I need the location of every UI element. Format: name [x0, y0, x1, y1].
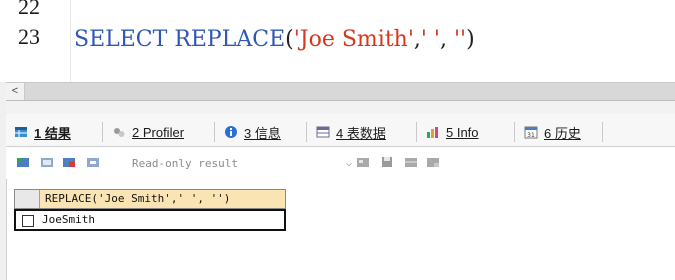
result-mode-select[interactable]: Read-only result ⌵ [132, 155, 352, 173]
tab-results[interactable]: 1 结果 [14, 120, 71, 144]
sql-string: '' [453, 27, 467, 52]
row-checkbox[interactable] [22, 215, 34, 227]
export-icon[interactable] [356, 155, 370, 169]
history-icon: 31 [524, 126, 538, 139]
sql-punct: ) [466, 27, 475, 52]
editor-horizontal-scrollbar[interactable]: < [6, 82, 675, 100]
line-number: 22 [18, 0, 40, 19]
tab-divider [214, 122, 215, 142]
sql-code-line[interactable]: SELECT REPLACE('Joe Smith',' ', '') [74, 26, 475, 54]
tab-divider [416, 122, 417, 142]
sql-keyword: SELECT [74, 27, 168, 52]
delete-row-icon[interactable] [86, 155, 100, 169]
tab-label: 2 Profiler [132, 124, 185, 140]
tab-label: 1 结果 [34, 125, 71, 141]
column-header-label: REPLACE('Joe Smith',' ', '') [45, 192, 231, 205]
select-all-cell[interactable] [15, 190, 40, 208]
sql-punct: ( [285, 27, 294, 52]
add-row-icon[interactable] [16, 155, 30, 169]
sql-punct: , [413, 27, 421, 52]
result-mode-value: Read-only result [132, 157, 238, 170]
save-result-icon[interactable] [380, 155, 394, 169]
profiler-icon [114, 128, 125, 137]
line-number: 23 [18, 24, 40, 49]
sql-string: ' ' [420, 27, 440, 52]
duplicate-row-icon[interactable] [40, 155, 54, 169]
tab-divider [602, 122, 603, 142]
save-changes-icon[interactable] [62, 155, 76, 169]
info-icon [225, 126, 237, 138]
tab-table-data[interactable]: 4 表数据 [316, 120, 386, 144]
info-chart-icon [427, 127, 438, 138]
result-grid-icon [15, 127, 27, 137]
sql-function: REPLACE [174, 27, 286, 52]
panel-splitter[interactable] [6, 100, 675, 115]
tab-info[interactable]: 5 Info [426, 120, 479, 144]
sql-punct: , [439, 27, 447, 52]
result-tabs: 1 结果 2 Profiler 3 信息 4 表数据 5 Info 31 6 历… [6, 114, 675, 147]
grid-column-header[interactable]: REPLACE('Joe Smith',' ', '') [14, 189, 286, 209]
svg-text:31: 31 [527, 132, 535, 139]
table-row[interactable]: JoeSmith [14, 209, 286, 231]
tab-divider [102, 122, 103, 142]
table-data-icon [316, 126, 330, 138]
line-number-gutter: 22 23 [6, 0, 71, 82]
scroll-left-button[interactable]: < [6, 83, 25, 100]
table-cell[interactable]: JoeSmith [42, 213, 95, 226]
tab-label: 4 表数据 [336, 125, 386, 141]
tab-label: 6 历史 [544, 125, 581, 141]
chevron-down-icon: ⌵ [345, 158, 352, 169]
result-toolbar: Read-only result ⌵ [6, 147, 675, 179]
sql-string: 'Joe Smith' [293, 27, 414, 52]
tab-messages[interactable]: 3 信息 [224, 120, 281, 144]
sql-editor[interactable]: 22 23 SELECT REPLACE('Joe Smith',' ', ''… [0, 0, 675, 82]
tab-divider [306, 122, 307, 142]
tab-profiler[interactable]: 2 Profiler [112, 120, 184, 144]
tab-divider [514, 122, 515, 142]
tab-label: 5 Info [446, 124, 479, 140]
copy-grid-icon[interactable] [404, 155, 418, 169]
tab-history[interactable]: 31 6 历史 [524, 120, 581, 144]
tab-label: 3 信息 [244, 125, 281, 141]
refresh-grid-icon[interactable] [426, 155, 440, 169]
